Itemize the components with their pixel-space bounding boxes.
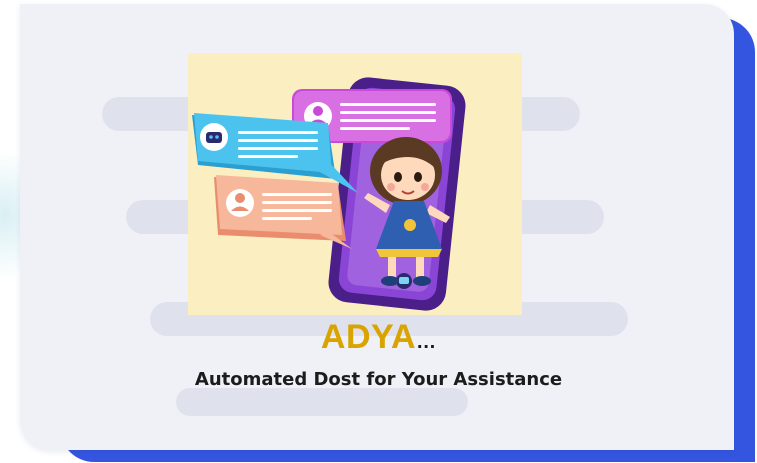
brand-title: ADYA… [0,318,757,357]
slide-canvas: ADYA… Automated Dost for Your Assistance [0,0,757,463]
decorative-pill [176,388,468,416]
illustration-svg [192,77,466,311]
brand-name: ADYA [320,318,417,356]
chatbot-illustration [188,53,522,315]
chat-bubble-user-bottom [214,175,352,249]
brand-ellipsis: … [416,331,437,353]
brand-tagline: Automated Dost for Your Assistance [194,369,563,390]
